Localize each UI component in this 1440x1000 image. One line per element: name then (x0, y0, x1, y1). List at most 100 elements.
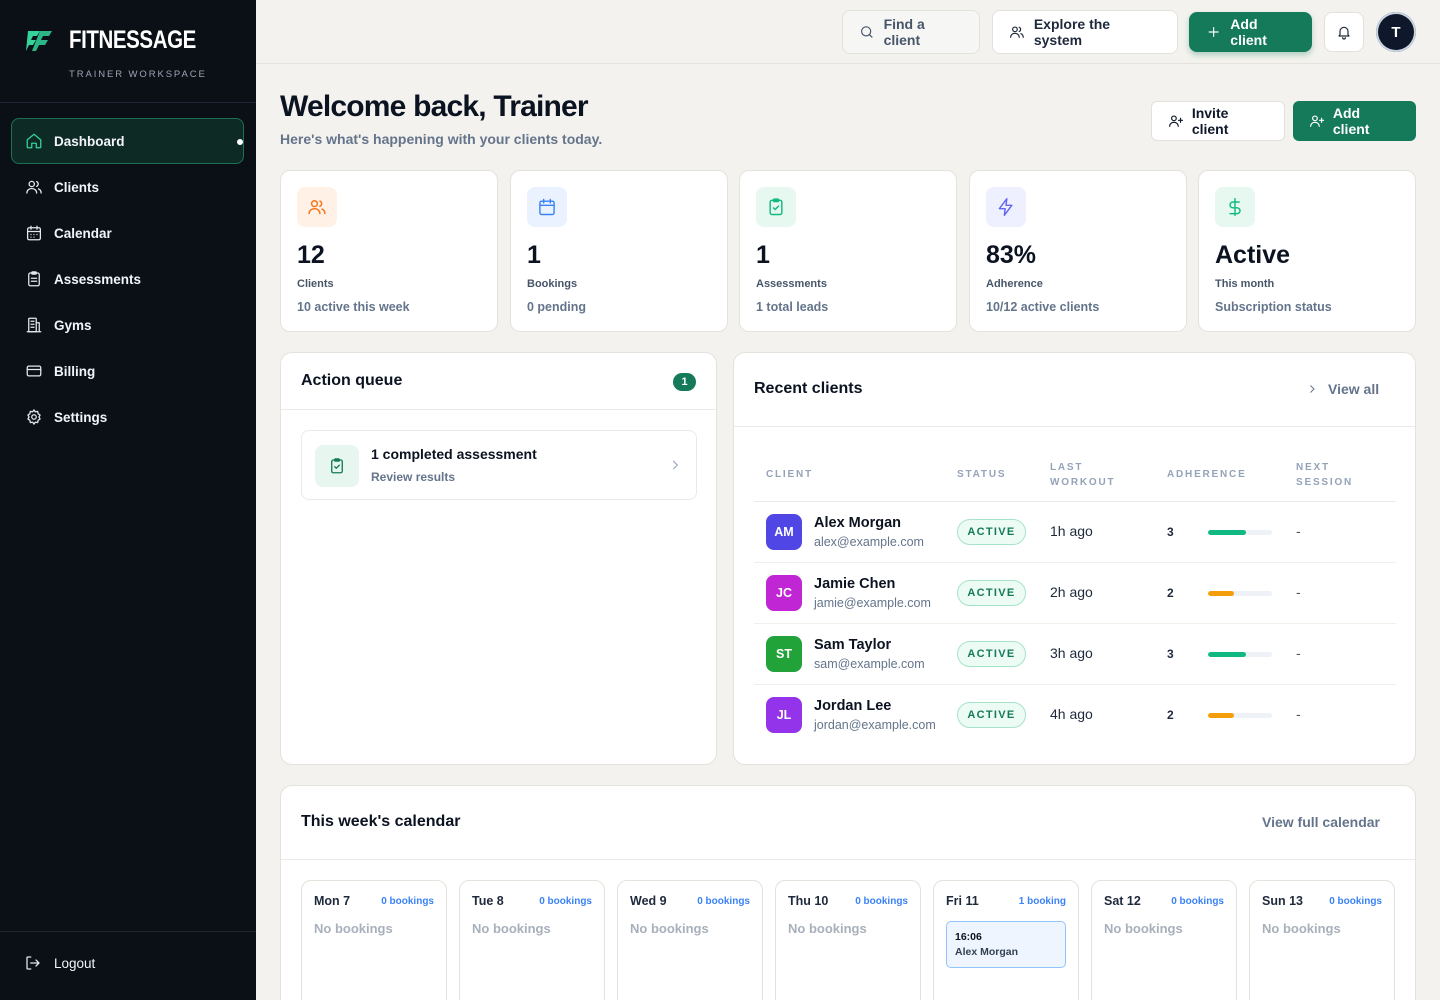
logout-icon (26, 956, 40, 970)
calendar-day[interactable]: Sun 13 0 bookings No bookings (1249, 880, 1395, 1000)
building-icon (26, 317, 42, 333)
client-email: alex@example.com (814, 535, 924, 549)
stat-note: Subscription status (1215, 300, 1332, 314)
sidebar-divider (0, 102, 256, 103)
day-booking-count: 0 bookings (1329, 896, 1382, 907)
page-title: Welcome back, Trainer (280, 90, 589, 123)
sidebar-item-clients[interactable]: Clients (11, 164, 244, 210)
next-session: - (1296, 584, 1301, 600)
calendar-day[interactable]: Sat 12 0 bookings No bookings (1091, 880, 1237, 1000)
stat-icon-wrap (1215, 187, 1255, 227)
calendar-day[interactable]: Fri 11 1 booking 16:06 Alex Morgan (933, 880, 1079, 1000)
day-name: Sat 12 (1104, 894, 1141, 908)
stat-note: 1 total leads (756, 300, 829, 314)
stat-card-bookings[interactable]: 1 Bookings 0 pending (510, 170, 728, 332)
day-empty-text: No bookings (630, 921, 709, 936)
logout-button[interactable]: Logout (24, 954, 95, 972)
brand[interactable]: FITNESSAGE TRAINER WORKSPACE (24, 24, 234, 84)
users-icon (26, 180, 42, 194)
sidebar-item-assessments[interactable]: Assessments (11, 256, 244, 302)
last-workout: 1h ago (1050, 523, 1093, 539)
find-client-button[interactable]: Find a client (842, 10, 980, 54)
stat-label: Bookings (527, 278, 578, 290)
column-header-status: STATUS (957, 469, 1007, 480)
day-empty-text: No bookings (472, 921, 551, 936)
add-client-label: Add client (1230, 16, 1267, 48)
explore-system-button[interactable]: Explore the system (992, 10, 1178, 54)
action-queue-item[interactable]: 1 completed assessment Review results (301, 430, 697, 500)
brand-name: FITNESSAGE (69, 26, 196, 54)
adherence-value: 2 (1167, 586, 1174, 600)
logout-label: Logout (54, 955, 96, 971)
last-workout: 3h ago (1050, 645, 1093, 661)
notifications-button[interactable] (1324, 12, 1364, 52)
view-all-link[interactable]: View all (1306, 381, 1379, 397)
sidebar-item-settings[interactable]: Settings (11, 394, 244, 440)
user-plus-icon (1310, 115, 1325, 127)
stat-icon-wrap (756, 187, 796, 227)
recent-clients-title: Recent clients (754, 380, 863, 397)
calendar-day[interactable]: Tue 8 0 bookings No bookings (459, 880, 605, 1000)
calendar-day[interactable]: Mon 7 0 bookings No bookings (301, 880, 447, 1000)
stat-label: Assessments (756, 278, 827, 290)
stat-card-adherence[interactable]: 83% Adherence 10/12 active clients (969, 170, 1187, 332)
invite-client-button[interactable]: Invite client (1151, 101, 1285, 141)
stat-card-subscription[interactable]: Active This month Subscription status (1198, 170, 1416, 332)
add-client-button[interactable]: Add client (1189, 12, 1312, 52)
action-queue-count-badge: 1 (673, 373, 696, 391)
day-name: Mon 7 (314, 894, 351, 908)
adherence-bar-fill (1208, 530, 1247, 535)
table-row[interactable]: JC Jamie Chen jamie@example.com ACTIVE 2… (754, 563, 1396, 624)
client-avatar: JC (766, 575, 802, 611)
stat-note: 10/12 active clients (986, 300, 1100, 314)
client-name: Jamie Chen (814, 576, 896, 592)
stat-card-clients[interactable]: 12 Clients 10 active this week (280, 170, 498, 332)
table-row[interactable]: JL Jordan Lee jordan@example.com ACTIVE … (754, 685, 1396, 746)
column-header-client: CLIENT (766, 469, 813, 480)
day-empty-text: No bookings (788, 921, 867, 936)
client-name: Alex Morgan (814, 515, 902, 531)
stat-note: 0 pending (527, 300, 587, 314)
day-booking-count: 0 bookings (697, 896, 750, 907)
users-icon (308, 200, 326, 215)
client-name: Sam Taylor (814, 637, 892, 653)
column-header-next-session: NEXT SESSION (1296, 462, 1354, 488)
plus-icon (1208, 26, 1219, 38)
day-booking-count: 1 booking (1018, 896, 1066, 907)
add-client-button[interactable]: Add client (1293, 101, 1416, 141)
column-header-adherence: ADHERENCE (1167, 469, 1247, 480)
last-workout: 2h ago (1050, 584, 1093, 600)
sidebar-item-label: Calendar (54, 225, 112, 241)
day-name: Thu 10 (788, 894, 829, 908)
page-subtitle: Here's what's happening with your client… (280, 131, 603, 147)
user-avatar[interactable]: T (1376, 12, 1416, 52)
calendar-day[interactable]: Thu 10 0 bookings No bookings (775, 880, 921, 1000)
day-empty-text: No bookings (314, 921, 393, 936)
divider (734, 426, 1415, 427)
table-row[interactable]: ST Sam Taylor sam@example.com ACTIVE 3h … (754, 624, 1396, 685)
calendar-day[interactable]: Wed 9 0 bookings No bookings (617, 880, 763, 1000)
sidebar-item-dashboard[interactable]: Dashboard (11, 118, 244, 164)
user-plus-icon (1169, 115, 1184, 127)
sidebar-item-calendar[interactable]: Calendar (11, 210, 244, 256)
day-empty-text: No bookings (1262, 921, 1341, 936)
sidebar-item-label: Dashboard (54, 133, 125, 149)
sidebar-item-billing[interactable]: Billing (11, 348, 244, 394)
client-email: jamie@example.com (814, 596, 931, 610)
stat-card-assessments[interactable]: 1 Assessments 1 total leads (739, 170, 957, 332)
sidebar-item-gyms[interactable]: Gyms (11, 302, 244, 348)
gear-icon (27, 409, 41, 425)
stat-value: 12 (297, 241, 325, 269)
view-full-calendar-link[interactable]: View full calendar (1262, 814, 1380, 830)
clipboard-check-icon (769, 198, 783, 216)
stat-label: Adherence (986, 278, 1043, 290)
client-avatar: ST (766, 636, 802, 672)
day-booking-count: 0 bookings (1171, 896, 1224, 907)
home-icon (26, 133, 42, 149)
stat-icon-wrap (527, 187, 567, 227)
booking-card[interactable]: 16:06 Alex Morgan (946, 921, 1066, 968)
table-row[interactable]: AM Alex Morgan alex@example.com ACTIVE 1… (754, 502, 1396, 563)
sidebar-divider (0, 931, 256, 932)
users-icon (1010, 26, 1024, 38)
adherence-bar (1208, 591, 1272, 596)
